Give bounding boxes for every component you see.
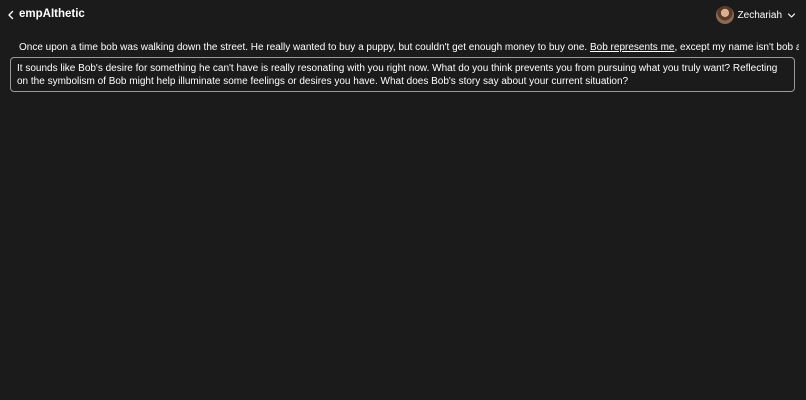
ai-response: It sounds like Bob's desire for somethin… xyxy=(10,57,795,92)
user-message: Once upon a time bob was walking down th… xyxy=(19,41,799,54)
app-header: empAIthetic Zechariah xyxy=(0,0,806,30)
user-message-text-continued: , except my name isn't bob and xyxy=(674,42,799,53)
message-link[interactable]: Bob represents me xyxy=(590,42,675,53)
user-name: Zechariah xyxy=(737,9,782,21)
user-menu[interactable]: Zechariah xyxy=(715,4,796,26)
user-message-text: Once upon a time bob was walking down th… xyxy=(19,42,590,53)
chevron-down-icon xyxy=(787,11,796,20)
chevron-left-icon[interactable] xyxy=(6,8,16,22)
user-avatar xyxy=(715,6,734,24)
app-title: empAIthetic xyxy=(19,8,85,20)
